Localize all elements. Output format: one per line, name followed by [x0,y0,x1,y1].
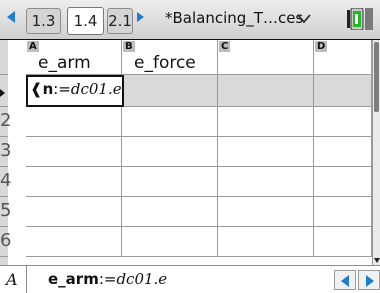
formula-assign: := [53,80,71,98]
formula-cell-b[interactable] [122,75,218,107]
table-cell[interactable] [122,197,218,227]
column-header-b[interactable]: B e_force [122,40,218,75]
corner-cell [0,40,8,75]
document-title[interactable]: *Balancing_T…ces [165,9,303,27]
vertical-scrollbar[interactable] [372,40,380,265]
scroll-down-icon[interactable] [374,258,380,263]
tab-1-3[interactable]: 1.3 [26,8,61,34]
tab-2-1[interactable]: 2.1 [107,8,133,34]
entry-line-divider [26,266,27,293]
table-cell[interactable] [26,137,122,167]
table-cell[interactable] [122,227,218,257]
column-name: e_arm [38,53,91,73]
table-cell[interactable] [314,167,372,197]
column-letter: C [219,41,231,52]
previous-tab-icon[interactable] [7,11,15,23]
table-cell[interactable] [26,167,122,197]
table-cell[interactable] [218,107,314,137]
right-triangle-icon [366,275,374,287]
table-cell[interactable] [218,137,314,167]
tab-label: 2.1 [108,12,132,30]
column-letter: A [27,41,39,52]
table-cell[interactable] [314,137,372,167]
row-number: 5 [0,200,12,221]
formula-cell-c[interactable] [218,75,314,107]
table-cell[interactable] [26,227,122,257]
tab-label: 1.4 [73,12,98,30]
formula-cell-d[interactable] [314,75,372,107]
table-cell[interactable] [122,107,218,137]
next-tab-icon[interactable] [137,12,144,22]
entry-line-input[interactable]: e_arm:=dc01.e [48,270,167,288]
table-cell[interactable] [26,107,122,137]
formula-prefix: ❰n [30,80,54,98]
table-cell[interactable] [122,137,218,167]
entry-scroll-left-button[interactable] [334,270,356,290]
tab-label: 1.3 [31,12,56,30]
table-cell[interactable] [314,227,372,257]
chevron-down-icon[interactable] [296,13,312,25]
spreadsheet[interactable]: A e_arm B e_force C D ❰n:=dc01.e 2 3 4 5… [0,39,380,265]
column-name: e_force [134,53,196,73]
entry-expression: dc01.e [116,270,168,288]
entry-line: A e_arm:=dc01.e [0,265,380,293]
entry-line-label: A [6,270,18,289]
entry-variable: e_arm [48,270,99,288]
row-number: 3 [0,140,12,161]
formula-row-marker-icon [0,89,5,97]
formula-cell-a[interactable]: ❰n:=dc01.e [26,75,124,107]
left-triangle-icon [341,275,349,287]
entry-scroll-right-button[interactable] [358,270,380,290]
scrollbar-thumb[interactable] [374,42,379,112]
tab-1-4[interactable]: 1.4 [67,7,104,35]
row-number: 4 [0,170,12,191]
table-cell[interactable] [122,167,218,197]
row-number: 2 [0,110,12,131]
table-cell[interactable] [314,107,372,137]
table-cell[interactable] [218,197,314,227]
table-cell[interactable] [314,197,372,227]
battery-icon [347,8,373,30]
row-header[interactable] [0,257,8,265]
formula-expression: dc01.e [70,80,122,98]
row-number: 6 [0,230,12,251]
column-letter: B [123,41,135,52]
table-cell[interactable] [26,197,122,227]
column-header-a[interactable]: A e_arm [26,40,122,75]
column-header-d[interactable]: D [314,40,372,75]
table-cell[interactable] [218,167,314,197]
entry-assign: := [98,270,117,288]
table-cell[interactable] [218,227,314,257]
column-header-c[interactable]: C [218,40,314,75]
tab-bar: 1.3 1.4 2.1 *Balancing_T…ces [0,0,380,39]
column-letter: D [315,41,328,52]
